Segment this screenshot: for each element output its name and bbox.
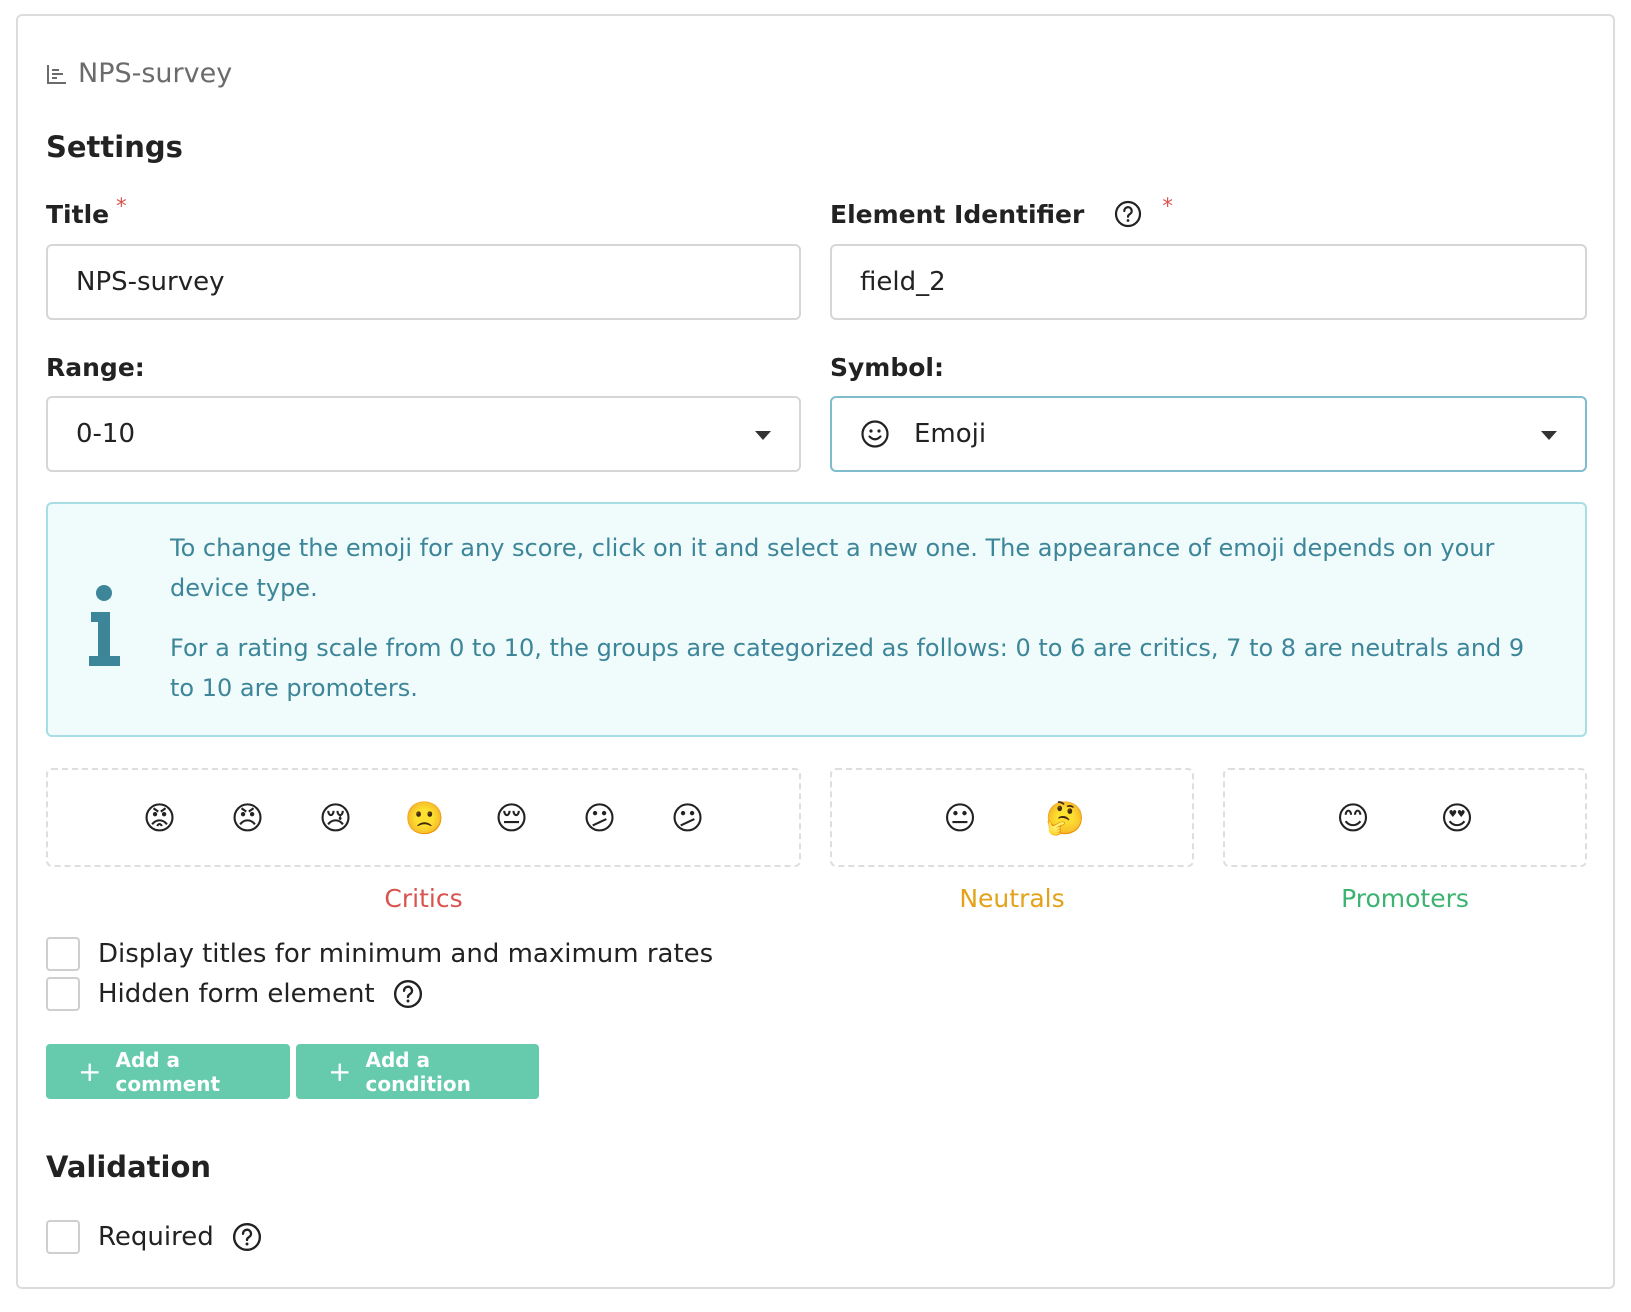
required-asterisk: * bbox=[1162, 194, 1173, 218]
help-icon[interactable] bbox=[1114, 200, 1142, 228]
neutrals-label: Neutrals bbox=[959, 884, 1065, 913]
emoji-score-5[interactable]: 😕 bbox=[581, 802, 619, 834]
identifier-label: Element Identifier * bbox=[830, 194, 1173, 229]
symbol-label: Symbol: bbox=[830, 353, 944, 382]
required-option: Required bbox=[46, 1220, 262, 1254]
emoji-score-3[interactable]: 🙁 bbox=[405, 802, 445, 834]
hidden-element-option: Hidden form element bbox=[46, 977, 423, 1011]
info-alert: To change the emoji for any score, click… bbox=[46, 502, 1587, 737]
identifier-label-text: Element Identifier bbox=[830, 200, 1085, 229]
required-asterisk: * bbox=[116, 194, 127, 218]
display-titles-label: Display titles for minimum and maximum r… bbox=[98, 939, 714, 969]
title-input[interactable]: NPS-survey bbox=[46, 244, 801, 320]
title-input-value: NPS-survey bbox=[76, 267, 225, 297]
neutrals-emoji-group: 😐 🤔 bbox=[830, 768, 1194, 867]
add-comment-button[interactable]: + Add a comment bbox=[46, 1044, 290, 1099]
symbol-label-text: Symbol: bbox=[830, 353, 944, 382]
info-line-1: To change the emoji for any score, click… bbox=[170, 534, 1495, 602]
emoji-score-2[interactable]: 😢 bbox=[317, 802, 355, 834]
identifier-input-value: field_2 bbox=[860, 267, 946, 297]
emoji-score-9[interactable]: 😊 bbox=[1334, 802, 1372, 834]
help-icon[interactable] bbox=[393, 979, 423, 1009]
bar-chart-icon bbox=[46, 63, 68, 85]
hidden-element-label: Hidden form element bbox=[98, 979, 375, 1009]
identifier-input[interactable]: field_2 bbox=[830, 244, 1587, 320]
emoji-score-1[interactable]: 😠 bbox=[229, 802, 267, 834]
title-label: Title * bbox=[46, 194, 127, 229]
chevron-down-icon bbox=[1541, 431, 1557, 440]
info-icon bbox=[86, 584, 122, 668]
hidden-element-checkbox[interactable] bbox=[46, 977, 80, 1011]
add-condition-button[interactable]: + Add a condition bbox=[296, 1044, 539, 1099]
range-label: Range: bbox=[46, 353, 145, 382]
required-label: Required bbox=[98, 1222, 214, 1252]
critics-label: Critics bbox=[384, 884, 463, 913]
range-select-value: 0-10 bbox=[76, 419, 136, 449]
title-label-text: Title bbox=[46, 200, 110, 229]
range-select[interactable]: 0-10 bbox=[46, 396, 801, 472]
add-comment-label: Add a comment bbox=[115, 1047, 221, 1096]
info-text: To change the emoji for any score, click… bbox=[170, 528, 1530, 708]
info-line-2: For a rating scale from 0 to 10, the gro… bbox=[170, 634, 1525, 702]
add-condition-label: Add a condition bbox=[365, 1047, 471, 1096]
symbol-select[interactable]: Emoji bbox=[830, 396, 1587, 472]
emoji-score-7[interactable]: 😐 bbox=[941, 802, 979, 834]
emoji-score-10[interactable]: 😍 bbox=[1438, 802, 1476, 834]
help-icon[interactable] bbox=[232, 1222, 262, 1252]
emoji-score-8[interactable]: 🤔 bbox=[1045, 802, 1085, 834]
promoters-label: Promoters bbox=[1341, 884, 1469, 913]
validation-heading: Validation bbox=[46, 1150, 212, 1184]
promoters-emoji-group: 😊 😍 bbox=[1223, 768, 1587, 867]
breadcrumb-label: NPS-survey bbox=[78, 58, 233, 89]
critics-emoji-group: 😡 😠 😢 🙁 😔 😕 😕 bbox=[46, 768, 801, 867]
emoji-score-0[interactable]: 😡 bbox=[141, 802, 179, 834]
emoji-score-4[interactable]: 😔 bbox=[493, 802, 531, 834]
smiley-icon bbox=[860, 419, 890, 449]
range-label-text: Range: bbox=[46, 353, 145, 382]
plus-icon: + bbox=[328, 1054, 352, 1088]
emoji-score-6[interactable]: 😕 bbox=[669, 802, 707, 834]
settings-heading: Settings bbox=[46, 130, 183, 164]
symbol-select-value: Emoji bbox=[914, 419, 987, 449]
display-titles-option: Display titles for minimum and maximum r… bbox=[46, 937, 713, 971]
chevron-down-icon bbox=[755, 431, 771, 440]
breadcrumb: NPS-survey bbox=[46, 58, 232, 89]
display-titles-checkbox[interactable] bbox=[46, 937, 80, 971]
required-checkbox[interactable] bbox=[46, 1220, 80, 1254]
plus-icon: + bbox=[78, 1054, 102, 1088]
